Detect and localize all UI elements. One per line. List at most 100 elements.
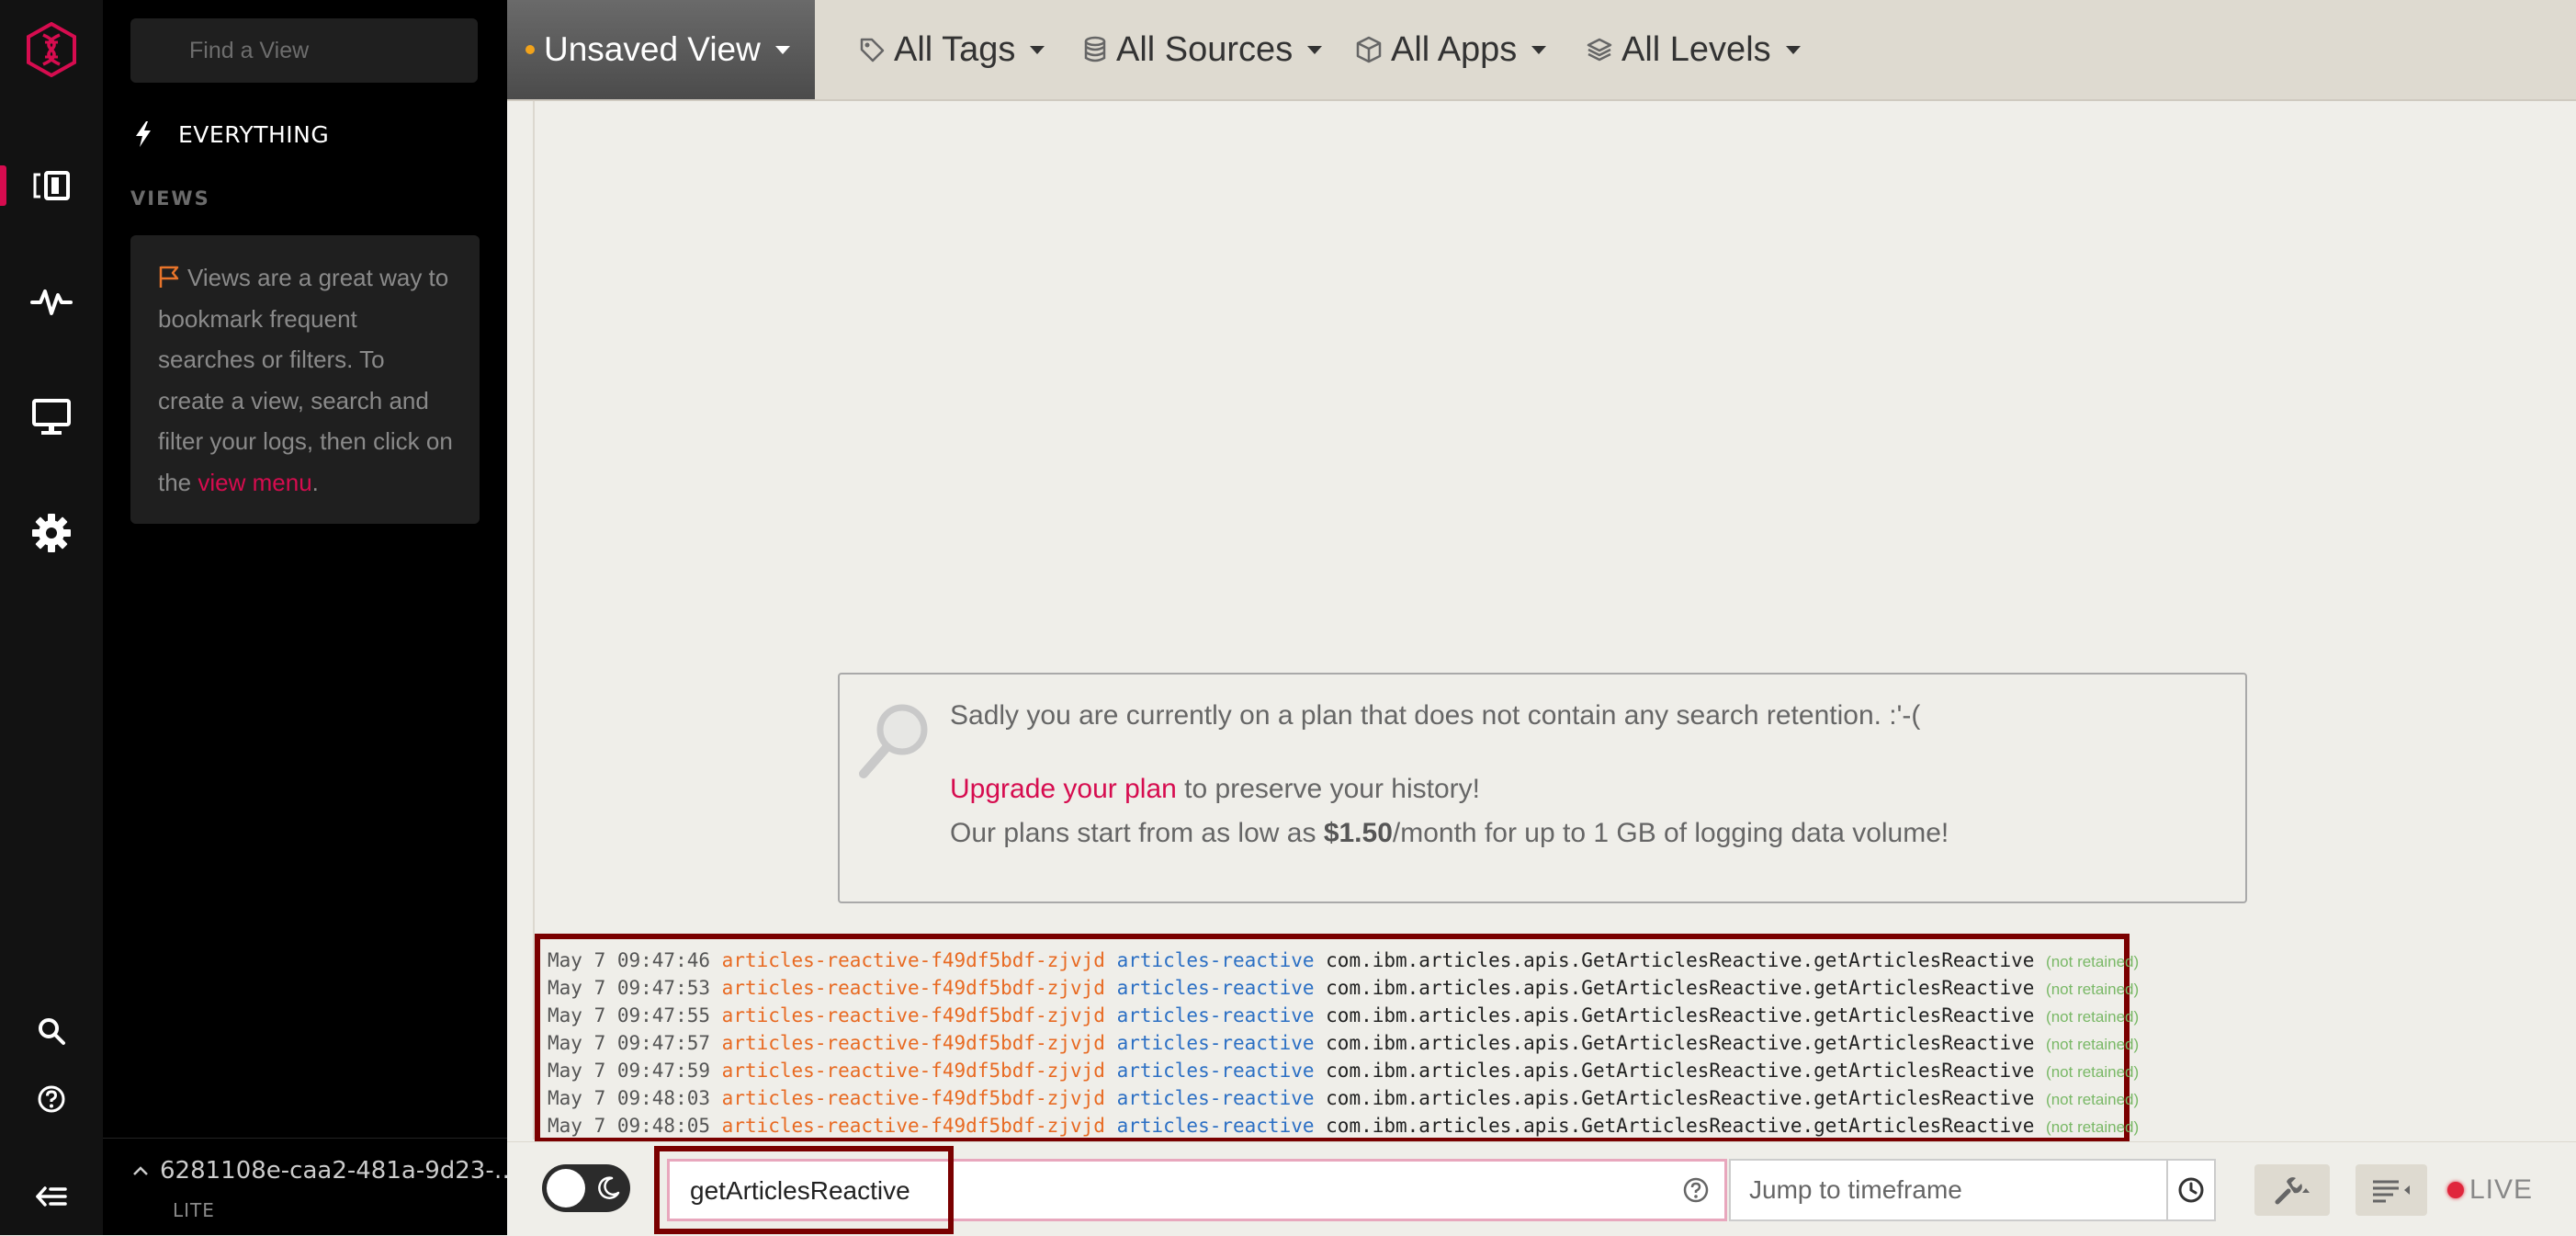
- views-info-text: Views are a great way to bookmark freque…: [158, 264, 453, 496]
- account-tier: LITE: [173, 1199, 215, 1221]
- bottom-bar: LIVE: [507, 1141, 2576, 1236]
- cube-icon: [1356, 36, 1382, 63]
- account-switcher[interactable]: 6281108e-caa2-481a-9d23-… LITE: [103, 1138, 518, 1236]
- log-timestamp: May 7 09:48:03: [548, 1087, 711, 1109]
- view-menu-button[interactable]: Unsaved View: [507, 0, 815, 99]
- log-retention-note: (not retained): [2046, 981, 2140, 998]
- account-id: 6281108e-caa2-481a-9d23-…: [160, 1157, 518, 1185]
- chevron-up-icon: [133, 1166, 148, 1175]
- tags-filter-label: All Tags: [894, 29, 1016, 69]
- log-message: com.ibm.articles.apis.GetArticlesReactiv…: [1326, 1060, 2035, 1082]
- log-retention-note: (not retained): [2046, 1008, 2140, 1026]
- jump-to-timeframe-input[interactable]: [1729, 1159, 2170, 1221]
- sources-filter-label: All Sources: [1116, 29, 1294, 69]
- live-label: LIVE: [2469, 1174, 2534, 1205]
- retention-notice: Sadly you are currently on a plan that d…: [838, 673, 2247, 903]
- log-line[interactable]: May 7 09:47:46 articles-reactive-f49df5b…: [548, 947, 2139, 974]
- log-line[interactable]: May 7 09:48:03 articles-reactive-f49df5b…: [548, 1084, 2139, 1112]
- log-line[interactable]: May 7 09:47:59 articles-reactive-f49df5b…: [548, 1057, 2139, 1084]
- find-view-input[interactable]: [130, 18, 478, 83]
- views-sidebar: EVERYTHING VIEWS Views are a great way t…: [103, 0, 518, 1236]
- log-message: com.ibm.articles.apis.GetArticlesReactiv…: [1326, 1115, 2035, 1137]
- text-lines-icon: [2373, 1180, 2410, 1203]
- views-heading: VIEWS: [130, 187, 210, 210]
- moon-icon: [598, 1176, 620, 1199]
- log-pod: articles-reactive-f49df5bdf-zjvjd: [721, 1032, 1105, 1054]
- apps-filter[interactable]: All Apps: [1356, 0, 1547, 99]
- everything-label: EVERYTHING: [178, 120, 330, 148]
- search-icon[interactable]: [0, 994, 103, 1068]
- log-message: com.ibm.articles.apis.GetArticlesReactiv…: [1326, 1032, 2035, 1054]
- chevron-down-icon: [1307, 45, 1323, 54]
- log-retention-note: (not retained): [2046, 1091, 2140, 1108]
- tags-filter[interactable]: All Tags: [859, 0, 1045, 99]
- logo-icon[interactable]: [26, 21, 77, 78]
- views-info-box: Views are a great way to bookmark freque…: [130, 235, 480, 524]
- monitor-icon[interactable]: [0, 380, 103, 454]
- timeframe-clock-button[interactable]: [2166, 1159, 2216, 1221]
- sources-filter[interactable]: All Sources: [1083, 0, 1323, 99]
- log-app: articles-reactive: [1116, 1087, 1315, 1109]
- log-pod: articles-reactive-f49df5bdf-zjvjd: [721, 977, 1105, 999]
- price-before: Our plans start from as low as: [950, 818, 1324, 848]
- help-icon[interactable]: [0, 1062, 103, 1136]
- log-pod: articles-reactive-f49df5bdf-zjvjd: [721, 1115, 1105, 1137]
- live-button[interactable]: LIVE: [2447, 1164, 2533, 1216]
- price-value: $1.50: [1323, 818, 1393, 848]
- chevron-down-icon: [774, 45, 790, 54]
- views-info-end: .: [311, 468, 319, 496]
- log-timestamp: May 7 09:47:53: [548, 977, 711, 999]
- log-line[interactable]: May 7 09:47:55 articles-reactive-f49df5b…: [548, 1002, 2139, 1029]
- search-input[interactable]: [688, 1162, 1666, 1220]
- log-line[interactable]: May 7 09:48:05 articles-reactive-f49df5b…: [548, 1112, 2139, 1140]
- search-box: [667, 1159, 1727, 1221]
- chevron-down-icon: [1785, 45, 1801, 54]
- unsaved-dot: [525, 45, 535, 54]
- view-menu-link[interactable]: view menu: [198, 469, 311, 496]
- log-line[interactable]: May 7 09:47:57 articles-reactive-f49df5b…: [548, 1029, 2139, 1057]
- everything-view-item[interactable]: EVERYTHING: [134, 116, 329, 153]
- icon-rail: [0, 0, 103, 1235]
- log-retention-note: (not retained): [2046, 953, 2140, 970]
- layers-icon: [1587, 38, 1612, 62]
- log-retention-note: (not retained): [2046, 1063, 2140, 1081]
- tools-button[interactable]: [2254, 1164, 2330, 1216]
- magnifier-icon: [859, 704, 928, 778]
- upgrade-line: Upgrade your plan to preserve your histo…: [950, 774, 1480, 805]
- clock-icon: [2178, 1177, 2204, 1203]
- log-message: com.ibm.articles.apis.GetArticlesReactiv…: [1326, 977, 2035, 999]
- chevron-down-icon: [1030, 45, 1045, 54]
- views-icon[interactable]: [0, 149, 103, 222]
- theme-toggle[interactable]: [542, 1164, 630, 1212]
- log-app: articles-reactive: [1116, 1115, 1315, 1137]
- flag-icon: [159, 266, 179, 288]
- log-timestamp: May 7 09:47:59: [548, 1060, 711, 1082]
- apps-filter-label: All Apps: [1391, 29, 1518, 69]
- log-app: articles-reactive: [1116, 1060, 1315, 1082]
- top-bar: Unsaved View All Tags All Sources All Ap…: [507, 0, 2576, 101]
- lightning-icon: [136, 121, 151, 147]
- activity-icon[interactable]: [0, 265, 103, 338]
- line-format-button[interactable]: [2356, 1164, 2427, 1216]
- log-lines: May 7 09:47:46 articles-reactive-f49df5b…: [535, 934, 2139, 1143]
- log-pod: articles-reactive-f49df5bdf-zjvjd: [721, 949, 1105, 971]
- log-message: com.ibm.articles.apis.GetArticlesReactiv…: [1326, 1087, 2035, 1109]
- log-pod: articles-reactive-f49df5bdf-zjvjd: [721, 1087, 1105, 1109]
- pricing-line: Our plans start from as low as $1.50/mon…: [950, 818, 1949, 849]
- collapse-icon[interactable]: [0, 1160, 103, 1233]
- log-timestamp: May 7 09:47:57: [548, 1032, 711, 1054]
- upgrade-plan-link[interactable]: Upgrade your plan: [950, 774, 1177, 804]
- upgrade-rest: to preserve your history!: [1176, 774, 1480, 804]
- log-message: com.ibm.articles.apis.GetArticlesReactiv…: [1326, 1004, 2035, 1026]
- log-message: com.ibm.articles.apis.GetArticlesReactiv…: [1326, 949, 2035, 971]
- database-icon: [1084, 36, 1106, 62]
- settings-icon[interactable]: [0, 496, 103, 570]
- search-help-icon[interactable]: [1682, 1176, 1710, 1204]
- log-retention-note: (not retained): [2046, 1036, 2140, 1053]
- retention-message: Sadly you are currently on a plan that d…: [950, 700, 1921, 731]
- log-pod: articles-reactive-f49df5bdf-zjvjd: [721, 1004, 1105, 1026]
- levels-filter[interactable]: All Levels: [1587, 0, 1801, 99]
- log-retention-note: (not retained): [2046, 1118, 2140, 1136]
- toggle-knob: [547, 1169, 585, 1208]
- log-line[interactable]: May 7 09:47:53 articles-reactive-f49df5b…: [548, 974, 2139, 1002]
